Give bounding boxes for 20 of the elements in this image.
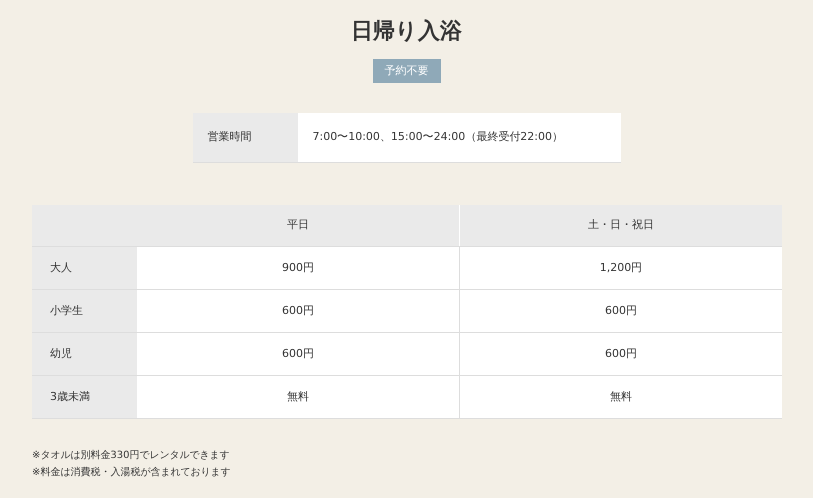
- reservation-badge: 予約不要: [372, 59, 440, 83]
- table-cell: 無料: [459, 376, 782, 418]
- table-cell: 600円: [137, 333, 459, 375]
- table-cell: 600円: [459, 333, 782, 375]
- table-cell: 無料: [137, 376, 459, 418]
- footnote: ※タオルは別料金330円でレンタルできます: [32, 449, 230, 463]
- table-cell: 900円: [137, 247, 459, 289]
- hours-label: 営業時間: [192, 113, 298, 162]
- column-header: 土・日・祝日: [459, 205, 782, 246]
- page-title: 日帰り入浴: [351, 18, 462, 46]
- table-cell: 1,200円: [459, 247, 782, 289]
- row-header: 幼児: [32, 333, 137, 375]
- row-header: 大人: [32, 247, 137, 289]
- table-cell: 600円: [459, 290, 782, 332]
- hours-value: 7:00〜10:00、15:00〜24:00（最終受付22:00）: [298, 113, 620, 162]
- table-cell: 600円: [137, 290, 459, 332]
- column-header: 平日: [286, 217, 310, 234]
- row-header: 小学生: [32, 290, 137, 332]
- footnote: ※料金は消費税・入湯税が含まれております: [32, 466, 232, 480]
- row-header: 3歳未満: [32, 376, 137, 418]
